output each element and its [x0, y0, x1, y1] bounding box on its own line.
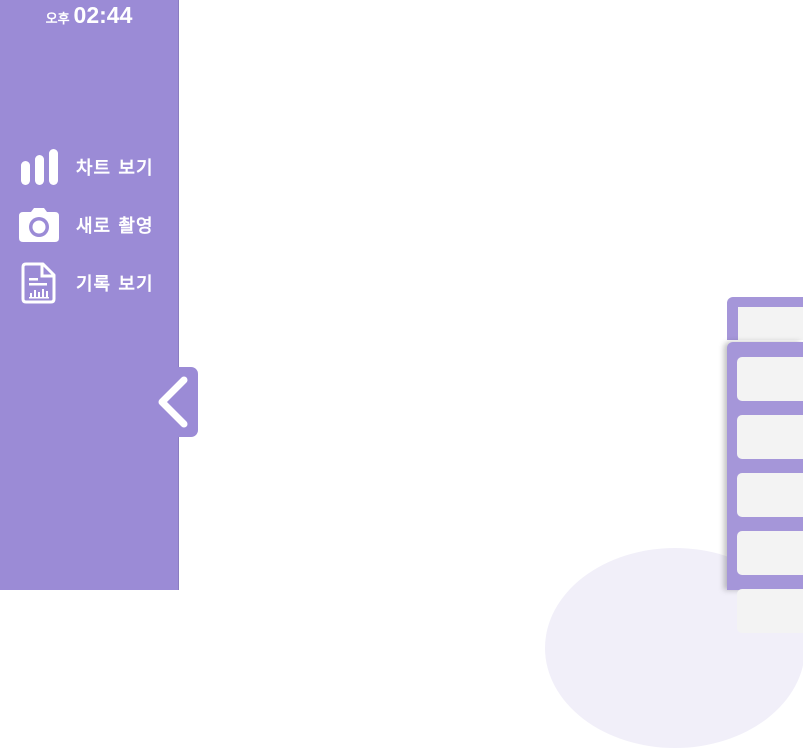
clock-time: 02:44 — [73, 2, 133, 28]
camera-icon — [16, 204, 62, 246]
list-item[interactable] — [737, 589, 803, 633]
sidebar-item-history[interactable]: 기록 보기 — [16, 262, 171, 304]
clock-ampm: 오후 — [45, 12, 70, 27]
sidebar-item-label: 차트 보기 — [76, 158, 154, 179]
side-panel — [727, 342, 803, 633]
sidebar-item-new-capture[interactable]: 새로 촬영 — [16, 204, 171, 246]
chevron-left-icon[interactable] — [154, 374, 194, 430]
list-item[interactable] — [737, 473, 803, 517]
list-item[interactable] — [737, 357, 803, 401]
sidebar-item-label: 기록 보기 — [76, 274, 154, 295]
bar-chart-icon — [16, 146, 62, 188]
list-item[interactable] — [737, 415, 803, 459]
report-document-icon — [16, 262, 62, 304]
sidebar-item-chart-view[interactable]: 차트 보기 — [16, 146, 171, 188]
panel-header-slot — [738, 307, 803, 340]
list-item[interactable] — [737, 531, 803, 575]
side-panel-header — [727, 297, 803, 340]
clock: 오후 02:44 — [0, 2, 178, 29]
sidebar: 오후 02:44 차트 보기 새로 촬영 기록 보기 — [0, 0, 179, 590]
sidebar-item-label: 새로 촬영 — [76, 216, 154, 237]
